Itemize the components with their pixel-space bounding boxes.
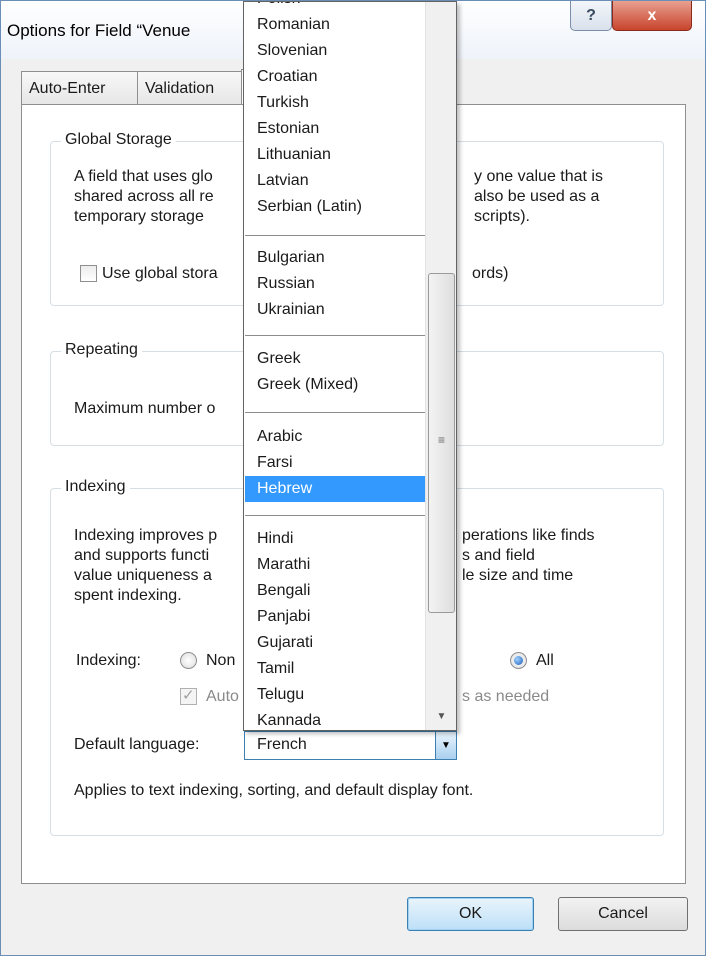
- global-storage-text-2: shared across all re: [74, 188, 214, 205]
- indexing-none-radio[interactable]: [180, 652, 197, 669]
- tab-validation[interactable]: Validation: [137, 71, 242, 105]
- language-option[interactable]: Ukrainian: [245, 297, 425, 323]
- indexing-text-4: spent indexing.: [74, 587, 182, 604]
- global-storage-checkbox-label-tail: ords): [472, 265, 509, 282]
- tab-auto-enter[interactable]: Auto-Enter: [21, 71, 138, 105]
- scroll-grip-icon: ≡: [438, 433, 446, 447]
- language-option[interactable]: Polish: [245, 2, 425, 12]
- default-language-select[interactable]: French ▼: [244, 731, 457, 760]
- language-option[interactable]: Romanian: [245, 12, 425, 38]
- indexing-text-7: le size and time: [462, 567, 574, 584]
- language-option[interactable]: Estonian: [245, 116, 425, 142]
- window-title: Options for Field “Venue: [7, 21, 191, 40]
- repeating-title: Repeating: [61, 341, 142, 359]
- global-storage-text-5: also be used as a: [474, 188, 600, 205]
- language-option[interactable]: Slovenian: [245, 38, 425, 64]
- repeating-max-label: Maximum number o: [74, 400, 216, 417]
- field-options-dialog: Options for Field “Venue ? x Auto-Enter …: [0, 0, 706, 956]
- scroll-down-icon[interactable]: ▼: [426, 704, 456, 728]
- language-option[interactable]: Farsi: [245, 450, 425, 476]
- language-dropdown-list: Polish Romanian Slovenian Croatian Turki…: [243, 1, 457, 731]
- dropdown-separator: [245, 515, 425, 516]
- dropdown-scrollbar[interactable]: ≡ ▼: [425, 2, 456, 730]
- language-option[interactable]: Greek (Mixed): [245, 372, 425, 398]
- default-language-label: Default language:: [74, 736, 200, 753]
- indexing-text-1: Indexing improves p: [74, 527, 218, 544]
- global-storage-text-6: scripts).: [474, 208, 530, 225]
- cancel-button[interactable]: Cancel: [558, 897, 688, 931]
- global-storage-text-1: A field that uses glo: [74, 168, 213, 185]
- global-storage-checkbox-label: Use global stora: [102, 265, 218, 282]
- auto-index-label-tail: s as needed: [462, 688, 550, 705]
- auto-index-label: Auto: [206, 688, 239, 705]
- dropdown-separator: [245, 335, 425, 336]
- help-button[interactable]: ?: [570, 1, 612, 31]
- global-storage-text-4: y one value that is: [474, 168, 603, 185]
- language-option[interactable]: Tamil: [245, 656, 425, 682]
- language-option[interactable]: Croatian: [245, 64, 425, 90]
- indexing-text-3: value uniqueness a: [74, 567, 212, 584]
- language-option-selected[interactable]: Hebrew: [245, 476, 425, 502]
- indexing-none-label: Non: [206, 652, 236, 669]
- language-option[interactable]: Bengali: [245, 578, 425, 604]
- global-storage-text-3: temporary storage: [74, 208, 204, 225]
- close-icon: x: [647, 6, 657, 24]
- language-option[interactable]: Hindi: [245, 526, 425, 552]
- language-option[interactable]: Lithuanian: [245, 142, 425, 168]
- dropdown-separator: [245, 412, 425, 413]
- indexing-title: Indexing: [61, 478, 130, 496]
- language-option[interactable]: Russian: [245, 271, 425, 297]
- help-icon: ?: [586, 6, 596, 24]
- indexing-all-label: All: [536, 652, 554, 669]
- applies-text: Applies to text indexing, sorting, and d…: [74, 782, 474, 799]
- language-option[interactable]: Kannada: [245, 708, 425, 730]
- indexing-label: Indexing:: [76, 652, 141, 669]
- indexing-text-6: s and field: [462, 547, 535, 564]
- language-option[interactable]: Telugu: [245, 682, 425, 708]
- close-button[interactable]: x: [612, 1, 692, 31]
- language-option[interactable]: Panjabi: [245, 604, 425, 630]
- language-option[interactable]: Gujarati: [245, 630, 425, 656]
- language-option[interactable]: Marathi: [245, 552, 425, 578]
- indexing-all-radio[interactable]: [510, 652, 527, 669]
- language-option[interactable]: Serbian (Latin): [245, 194, 425, 220]
- language-option[interactable]: Arabic: [245, 424, 425, 450]
- language-option[interactable]: Latvian: [245, 168, 425, 194]
- indexing-text-2: and supports functi: [74, 547, 210, 564]
- default-language-value: French: [257, 736, 307, 753]
- scrollbar-thumb[interactable]: ≡: [428, 273, 455, 613]
- language-option[interactable]: Greek: [245, 346, 425, 372]
- global-storage-title: Global Storage: [61, 131, 176, 149]
- ok-button[interactable]: OK: [407, 897, 534, 931]
- indexing-text-5: perations like finds: [462, 527, 595, 544]
- auto-index-checkbox[interactable]: [180, 686, 197, 705]
- language-option[interactable]: Bulgarian: [245, 245, 425, 271]
- chevron-down-icon[interactable]: ▼: [435, 732, 456, 759]
- language-option[interactable]: Turkish: [245, 90, 425, 116]
- global-storage-checkbox[interactable]: [80, 265, 97, 282]
- dropdown-separator: [245, 235, 425, 236]
